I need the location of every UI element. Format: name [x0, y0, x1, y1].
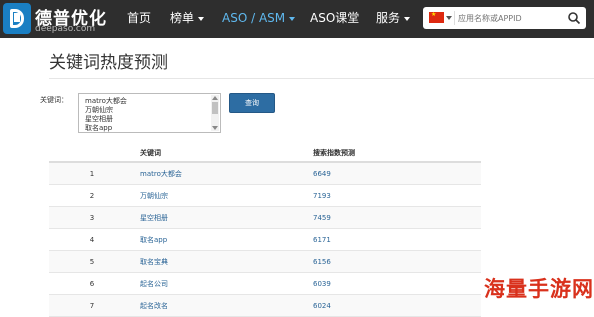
- row-keyword-link[interactable]: 取名宝典: [140, 258, 168, 267]
- nav-services[interactable]: 服务: [376, 10, 411, 26]
- table-body: 1 matro大都会 6649 2 万朝仙宗 7193 3 星空相册 7459 4 取名app 617…: [49, 163, 481, 317]
- page-title: 关键词热度预测: [49, 53, 168, 73]
- row-index-link[interactable]: 6649: [313, 170, 331, 179]
- row-keyword-link[interactable]: 取名app: [140, 236, 167, 245]
- title-divider: [49, 78, 594, 79]
- chevron-down-icon: [404, 16, 411, 21]
- country-dropdown-icon[interactable]: [446, 16, 452, 20]
- keywords-label: 关键词：: [40, 96, 68, 104]
- row-rank: 2: [89, 192, 95, 200]
- row-rank: 1: [89, 170, 95, 178]
- search-divider: [454, 11, 455, 25]
- keyword-line: 万朝仙宗: [85, 106, 113, 114]
- table-row: 7 起名改名 6024: [49, 295, 481, 317]
- search-input[interactable]: [458, 10, 562, 26]
- row-index-link[interactable]: 7459: [313, 214, 331, 223]
- textarea-scrollbar[interactable]: [211, 95, 219, 131]
- keyword-line: 取名app: [85, 124, 113, 132]
- table-row: 1 matro大都会 6649: [49, 163, 481, 185]
- scroll-thumb[interactable]: [212, 102, 218, 114]
- nav-home[interactable]: 首页: [127, 10, 151, 26]
- table-row: 5 取名宝典 6156: [49, 251, 481, 273]
- scroll-down-icon[interactable]: [212, 126, 218, 130]
- row-index-link[interactable]: 6156: [313, 258, 331, 267]
- app-search-box: ★: [423, 7, 586, 29]
- keyword-line: 星空相册: [85, 115, 113, 123]
- row-index-link[interactable]: 6171: [313, 236, 331, 245]
- query-button[interactable]: 查询: [229, 93, 275, 113]
- chevron-down-icon: [289, 16, 296, 21]
- search-icon[interactable]: [567, 11, 581, 25]
- row-rank: 3: [89, 214, 95, 222]
- logo-subtitle: deepaso.com: [35, 24, 96, 34]
- nav-rankings[interactable]: 榜单: [170, 10, 205, 26]
- chevron-down-icon: [198, 16, 205, 21]
- row-index-link[interactable]: 6039: [313, 280, 331, 289]
- table-row: 4 取名app 6171: [49, 229, 481, 251]
- row-keyword-link[interactable]: matro大都会: [140, 170, 182, 179]
- header-keyword: 关键词: [140, 149, 161, 157]
- table-row: 3 星空相册 7459: [49, 207, 481, 229]
- table-header: 关键词 搜索指数预测: [49, 142, 481, 163]
- watermark-logo: 海量手游网: [484, 277, 594, 301]
- row-keyword-link[interactable]: 万朝仙宗: [140, 192, 168, 201]
- table-row: 2 万朝仙宗 7193: [49, 185, 481, 207]
- keyword-line: matro大都会: [85, 97, 127, 105]
- row-rank: 5: [89, 258, 95, 266]
- keywords-textarea[interactable]: matro大都会 万朝仙宗 星空相册 取名app: [78, 93, 221, 133]
- scroll-up-icon[interactable]: [212, 96, 218, 100]
- nav-aso-asm[interactable]: ASO / ASM: [222, 10, 296, 26]
- results-table: 关键词 搜索指数预测 1 matro大都会 6649 2 万朝仙宗 7193 3 星空相册 74…: [49, 142, 481, 317]
- header-search-index: 搜索指数预测: [313, 149, 355, 157]
- top-navbar: 德普优化 deepaso.com 首页 榜单 ASO / ASM ASO课堂 服…: [0, 0, 594, 38]
- row-index-link[interactable]: 7193: [313, 192, 331, 201]
- china-flag-icon[interactable]: ★: [429, 12, 444, 23]
- row-rank: 6: [89, 280, 95, 288]
- nav-aso-class[interactable]: ASO课堂: [310, 10, 359, 26]
- row-keyword-link[interactable]: 星空相册: [140, 214, 168, 223]
- row-keyword-link[interactable]: 起名公司: [140, 280, 168, 289]
- table-row: 6 起名公司 6039: [49, 273, 481, 295]
- logo-icon[interactable]: [3, 3, 31, 34]
- row-rank: 4: [89, 236, 95, 244]
